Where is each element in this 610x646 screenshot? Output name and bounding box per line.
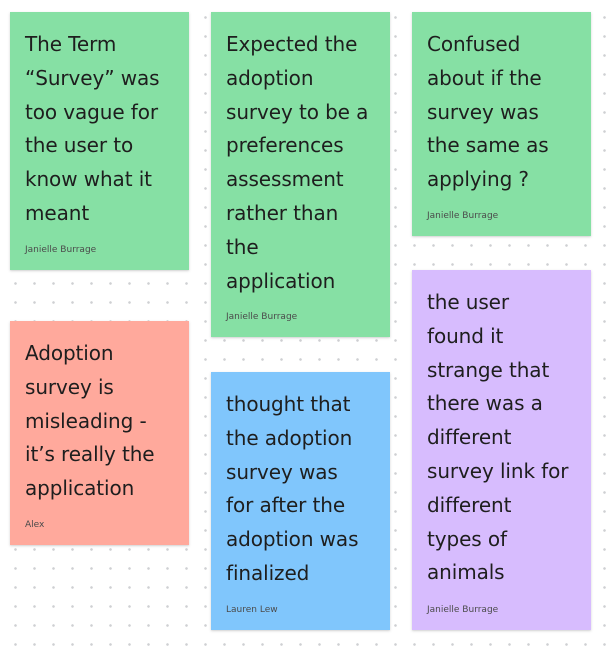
sticky-note-author: Janielle Burrage — [427, 605, 499, 615]
sticky-note-author: Janielle Burrage — [427, 211, 499, 221]
sticky-note-text: Adoption survey is misleading - it’s rea… — [25, 341, 155, 501]
sticky-note-author: Alex — [25, 520, 45, 530]
sticky-note[interactable]: Adoption survey is misleading - it’s rea… — [10, 321, 189, 545]
sticky-note-author: Lauren Lew — [226, 605, 278, 615]
sticky-note-text: Expected the adoption survey to be a pre… — [226, 32, 369, 293]
sticky-note-author: Janielle Burrage — [226, 312, 298, 322]
sticky-note[interactable]: the user found it strange that there was… — [412, 270, 591, 630]
sticky-note[interactable]: Confused about if the survey was the sam… — [412, 12, 591, 236]
sticky-note[interactable]: Expected the adoption survey to be a pre… — [211, 12, 390, 337]
sticky-note-text: thought that the adoption survey was for… — [226, 392, 359, 585]
whiteboard-canvas[interactable]: The Term “Survey” was too vague for the … — [0, 0, 610, 646]
sticky-note-text: Confused about if the survey was the sam… — [427, 32, 549, 192]
sticky-note[interactable]: The Term “Survey” was too vague for the … — [10, 12, 189, 270]
sticky-note[interactable]: thought that the adoption survey was for… — [211, 372, 390, 630]
sticky-note-text: the user found it strange that there was… — [427, 290, 569, 585]
sticky-note-text: The Term “Survey” was too vague for the … — [25, 32, 160, 225]
sticky-note-author: Janielle Burrage — [25, 245, 97, 255]
